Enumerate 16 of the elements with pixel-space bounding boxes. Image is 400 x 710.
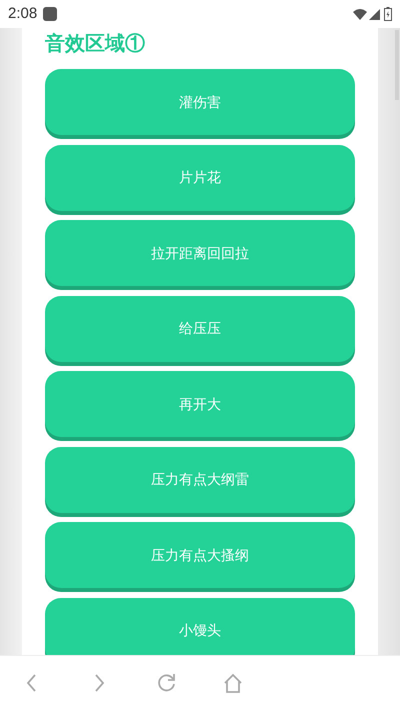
reload-icon[interactable] <box>156 672 178 694</box>
status-time: 2:08 <box>8 4 38 24</box>
wifi-icon <box>353 8 367 20</box>
sound-button[interactable]: 压力有点大纲雷 <box>45 446 355 512</box>
sound-button[interactable]: 片片花 <box>45 144 355 210</box>
signal-icon <box>369 8 380 20</box>
sound-button[interactable]: 给压压 <box>45 296 355 362</box>
sound-button[interactable]: 压力有点大搔纲 <box>45 522 355 588</box>
home-icon[interactable] <box>222 672 244 694</box>
sound-button[interactable]: 再开大 <box>45 371 355 437</box>
notification-icon <box>43 7 58 21</box>
sound-button[interactable]: 灌伤害 <box>45 69 355 135</box>
sound-button[interactable]: 拉开距离回回拉 <box>45 220 355 286</box>
sound-button[interactable]: 小馒头 <box>45 598 355 655</box>
battery-icon <box>384 7 392 21</box>
section-title: 音效区域① <box>45 32 146 57</box>
